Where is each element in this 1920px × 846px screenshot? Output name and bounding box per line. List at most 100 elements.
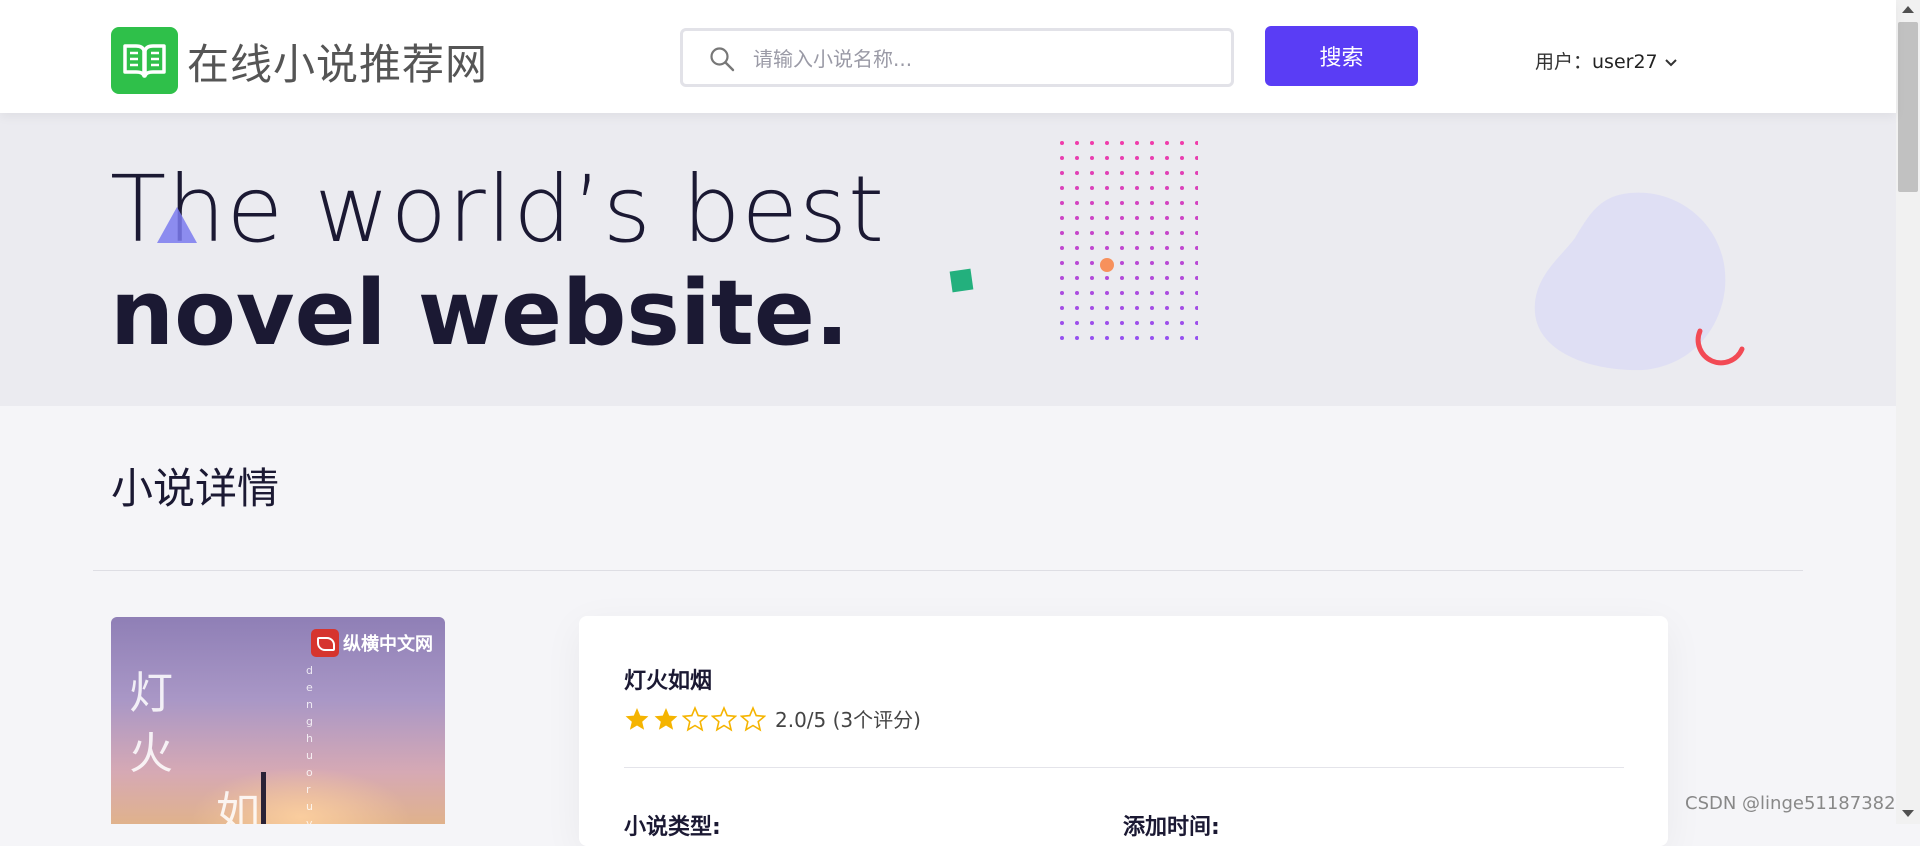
decorative-dot: [1165, 276, 1169, 280]
decorative-dot: [1150, 231, 1154, 235]
decorative-dot: [1195, 156, 1198, 160]
decorative-dot: [1060, 306, 1064, 310]
decorative-dot: [1060, 216, 1064, 220]
decorative-dot: [1060, 261, 1064, 265]
decorative-dot: [1120, 156, 1124, 160]
decorative-dot: [1075, 201, 1079, 205]
decorative-dot: [1180, 291, 1184, 295]
decorative-dot: [1075, 141, 1079, 145]
decorative-dot: [1105, 276, 1109, 280]
decorative-arc: [1695, 328, 1745, 366]
decorative-dot: [1090, 171, 1094, 175]
decorative-dot: [1075, 171, 1079, 175]
decorative-dot: [1195, 291, 1198, 295]
decorative-dot: [1135, 336, 1139, 340]
cover-pinyin: denghuoruyan: [306, 664, 316, 824]
scroll-up-arrow-icon[interactable]: [1902, 6, 1914, 13]
decorative-dot: [1090, 336, 1094, 340]
decorative-dot: [1165, 216, 1169, 220]
card-divider: [624, 767, 1624, 768]
novel-type-label: 小说类型:: [624, 815, 721, 840]
decorative-orange-dot: [1100, 258, 1114, 272]
decorative-dot: [1060, 291, 1064, 295]
decorative-dot: [1135, 201, 1139, 205]
decorative-dot: [1165, 231, 1169, 235]
decorative-dot: [1165, 186, 1169, 190]
section-divider: [93, 570, 1803, 571]
decorative-dot: [1180, 231, 1184, 235]
decorative-dot: [1180, 246, 1184, 250]
decorative-dot: [1060, 186, 1064, 190]
decorative-dot: [1165, 261, 1169, 265]
decorative-dot: [1105, 141, 1109, 145]
decorative-dot: [1075, 216, 1079, 220]
decorative-dot: [1060, 171, 1064, 175]
decorative-dot: [1075, 276, 1079, 280]
decorative-dot: [1075, 291, 1079, 295]
decorative-dot: [1165, 201, 1169, 205]
decorative-dot: [1150, 321, 1154, 325]
decorative-dot: [1075, 231, 1079, 235]
decorative-dot: [1195, 276, 1198, 280]
decorative-dot: [1195, 186, 1198, 190]
decorative-dot: [1180, 186, 1184, 190]
decorative-dot: [1090, 231, 1094, 235]
decorative-dot: [1135, 186, 1139, 190]
decorative-dot: [1165, 291, 1169, 295]
scrollbar-thumb[interactable]: [1898, 22, 1918, 192]
chevron-down-icon: [1664, 58, 1677, 66]
decorative-dot: [1135, 306, 1139, 310]
decorative-dot: [1060, 336, 1064, 340]
decorative-dot: [1090, 201, 1094, 205]
decorative-dot: [1120, 306, 1124, 310]
decorative-dot: [1090, 141, 1094, 145]
decorative-square: [949, 268, 974, 293]
decorative-dot: [1060, 321, 1064, 325]
search-input[interactable]: [751, 41, 1215, 77]
decorative-dot: [1120, 216, 1124, 220]
decorative-dot: [1105, 216, 1109, 220]
decorative-dot: [1135, 321, 1139, 325]
decorative-dot: [1135, 156, 1139, 160]
watermark: CSDN @linge511873822: [1685, 793, 1908, 814]
cover-title-char: 火: [129, 728, 173, 779]
decorative-dot: [1090, 156, 1094, 160]
decorative-dot: [1150, 201, 1154, 205]
decorative-dot: [1195, 246, 1198, 250]
rating-row: 2.0/5 (3个评分): [624, 704, 921, 733]
decorative-dot: [1075, 261, 1079, 265]
novel-detail-card: 灯火如烟 2.0/5 (3个评分) 小说类型: 添加时间:: [579, 616, 1668, 846]
decorative-dot: [1135, 216, 1139, 220]
decorative-dot: [1150, 216, 1154, 220]
user-menu[interactable]: 用户：user27: [1535, 47, 1678, 74]
star-filled-icon: [625, 707, 649, 730]
decorative-dot: [1195, 261, 1198, 265]
section-title: 小说详情: [111, 464, 280, 513]
decorative-dot: [1090, 276, 1094, 280]
decorative-dot: [1135, 261, 1139, 265]
decorative-dot: [1150, 261, 1154, 265]
decorative-dot: [1090, 216, 1094, 220]
decorative-dot: [1105, 246, 1109, 250]
decorative-dot: [1105, 156, 1109, 160]
decorative-dot: [1150, 306, 1154, 310]
rating-stars: [624, 705, 769, 732]
site-name[interactable]: 在线小说推荐网: [187, 31, 488, 92]
cover-brand-text: 纵横中文网: [343, 634, 433, 655]
decorative-dot: [1120, 261, 1124, 265]
search-button[interactable]: 搜索: [1265, 26, 1418, 86]
cover-brand: 纵横中文网: [311, 629, 433, 657]
decorative-dot: [1150, 156, 1154, 160]
added-time-label: 添加时间:: [1123, 815, 1220, 840]
decorative-dot: [1090, 186, 1094, 190]
decorative-dot: [1180, 201, 1184, 205]
star-empty-icon: [711, 705, 737, 731]
decorative-dot: [1150, 276, 1154, 280]
novel-cover-image[interactable]: 纵横中文网 灯 火 如 denghuoruyan: [111, 617, 445, 824]
decorative-dot: [1060, 246, 1064, 250]
search-icon: [709, 46, 735, 77]
cover-tower: [261, 772, 266, 824]
scroll-down-arrow-icon[interactable]: [1902, 810, 1914, 817]
open-book-icon[interactable]: [111, 27, 178, 94]
decorative-dot: [1090, 291, 1094, 295]
